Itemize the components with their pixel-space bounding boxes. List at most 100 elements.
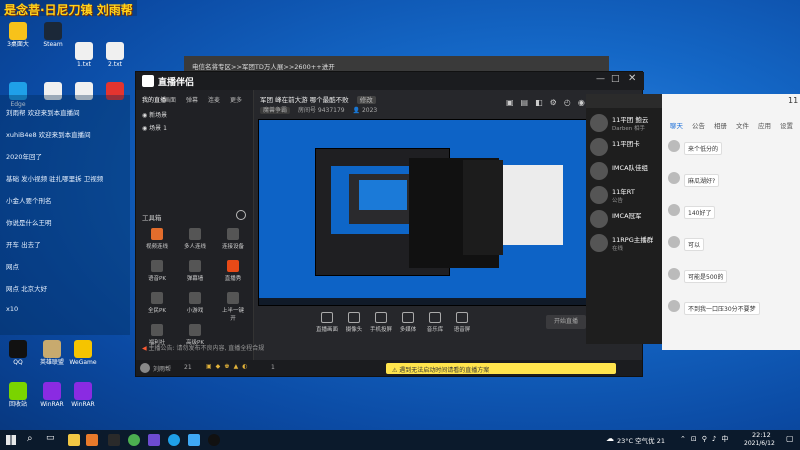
desktop-icon-label: 2.txt bbox=[108, 61, 122, 68]
tip-bar[interactable]: ⚠ 遇到无法启动时间请看的直播方案 bbox=[386, 363, 616, 374]
qq-group-window[interactable]: 11 聊天 公告 相册 文件 应用 设置 来个低分的 麻瓜湖好? 140好了 可以 可能是500的… bbox=[662, 94, 800, 350]
tool-icon bbox=[189, 292, 201, 304]
group-tab[interactable]: 相册 bbox=[714, 120, 727, 130]
app-icon[interactable] bbox=[148, 434, 160, 446]
desktop-icon-label: WinRAR bbox=[71, 401, 95, 408]
desktop-icon[interactable]: 回收站 bbox=[3, 380, 33, 418]
streamer-left-panel: 我的直播 画面 弹幕 连麦 更多 ◉ 新场景 ◉ 场景 1 工具箱 视频连线 多人连线 连接… bbox=[136, 90, 254, 360]
settings-icon[interactable] bbox=[236, 210, 246, 220]
tool-8[interactable]: 上半一键开 bbox=[220, 292, 246, 322]
close-icon[interactable]: ✕ bbox=[628, 73, 636, 84]
qq-chat-row[interactable]: 11平团 鲍云 Darben 相手 bbox=[590, 114, 660, 134]
group-tab[interactable]: 文件 bbox=[736, 120, 749, 130]
tool-1[interactable]: 多人连线 bbox=[182, 228, 208, 250]
app-icon[interactable] bbox=[108, 434, 120, 446]
bottom-tool-1[interactable]: 摄像头 bbox=[341, 312, 367, 333]
desktop-icon-graphic bbox=[9, 340, 27, 358]
desktop-icon[interactable]: 1.txt bbox=[69, 40, 99, 78]
task-view-icon[interactable]: ▭ bbox=[46, 433, 55, 443]
scene-item[interactable]: ◉ 场景 1 bbox=[142, 123, 248, 135]
nested-panel bbox=[499, 165, 563, 245]
group-message: 可以 bbox=[684, 238, 705, 251]
streamer-app-window[interactable]: 直播伴侣 — □ ✕ 我的直播 画面 弹幕 连麦 更多 ◉ 新场景 ◉ 场景 1 工具箱… bbox=[135, 71, 644, 377]
qq-chat-row[interactable]: 11RPG主播群 在线 bbox=[590, 234, 660, 254]
start-stream-button[interactable]: 开始直播 bbox=[546, 315, 586, 329]
tool-6[interactable]: 全民PK bbox=[144, 292, 170, 314]
bottom-tool-0[interactable]: 直播画面 bbox=[314, 312, 340, 333]
desktop-icon-label: 1.txt bbox=[77, 61, 91, 68]
room-label: 房间号 bbox=[297, 107, 316, 114]
avatar[interactable] bbox=[140, 363, 150, 373]
maximize-icon[interactable]: □ bbox=[611, 74, 620, 84]
tab-4[interactable]: 更多 bbox=[230, 95, 242, 104]
tool-label: 上半一键开 bbox=[221, 308, 244, 322]
desktop-icon[interactable]: 3桌面大 bbox=[3, 20, 33, 58]
tool-4[interactable]: 弹幕墙 bbox=[182, 260, 208, 282]
tool-2[interactable]: 连接设备 bbox=[220, 228, 246, 250]
desktop-icon[interactable]: 英雄联盟 bbox=[37, 338, 67, 376]
desktop-icon[interactable]: QQ bbox=[3, 338, 33, 376]
desktop-icon[interactable]: 2.txt bbox=[100, 40, 130, 78]
app-icon[interactable] bbox=[86, 434, 98, 446]
tab-0[interactable]: 我的直播 bbox=[142, 95, 166, 104]
username[interactable]: 刘雨帮 bbox=[153, 364, 171, 373]
group-tab[interactable]: 设置 bbox=[780, 120, 793, 130]
windows-start-icon[interactable] bbox=[6, 435, 16, 445]
stream-overlay-banner: 是念菩·日尼刀镇 刘雨帮 bbox=[0, 0, 137, 17]
bottom-tool-2[interactable]: 手机投屏 bbox=[368, 312, 394, 333]
search-icon[interactable]: ⌕ bbox=[27, 433, 33, 444]
edge-icon[interactable] bbox=[168, 434, 180, 446]
desktop-icon[interactable]: Steam bbox=[38, 20, 68, 58]
tool-5[interactable]: 直播秀 bbox=[220, 260, 246, 282]
tool-3[interactable]: 语音PK bbox=[144, 260, 170, 282]
avatar bbox=[668, 204, 680, 216]
weather-icon: ☁ bbox=[606, 434, 614, 443]
category-tag[interactable]: 魔兽争霸 bbox=[260, 107, 291, 114]
edit-title-button[interactable]: 修改 bbox=[356, 96, 376, 104]
group-tab[interactable]: 公告 bbox=[692, 120, 705, 130]
group-tab[interactable]: 聊天 bbox=[670, 120, 683, 130]
app-icon[interactable] bbox=[128, 434, 140, 446]
tray-icons[interactable]: ⌃⊡⚲♪中 bbox=[680, 434, 733, 444]
app-logo-icon bbox=[142, 75, 154, 87]
desktop-icon-graphic bbox=[9, 22, 27, 40]
bottom-tool-4[interactable]: 音乐库 bbox=[422, 312, 448, 333]
desktop-icon[interactable]: WinRAR bbox=[68, 380, 98, 418]
tab-1[interactable]: 画面 bbox=[164, 95, 176, 104]
qq-chat-row[interactable]: IMCA冠军 bbox=[590, 210, 660, 230]
qq-chat-row[interactable]: 11平团卡 bbox=[590, 138, 660, 158]
chat-message: xuhiB4e8 欢迎来到本直播间 bbox=[6, 131, 91, 139]
tab-2[interactable]: 弹幕 bbox=[186, 95, 198, 104]
tool-icon bbox=[151, 324, 163, 336]
tool-label: 弹幕墙 bbox=[186, 276, 204, 282]
bottom-tool-5[interactable]: 语音屏 bbox=[449, 312, 475, 333]
tool-label: 语音PK bbox=[148, 276, 166, 282]
qq-chat-row[interactable]: IMCA队佳组 bbox=[590, 162, 660, 182]
tool-icon bbox=[151, 292, 163, 304]
scene-item[interactable]: ◉ 新场景 bbox=[142, 110, 248, 122]
desktop-icon[interactable]: WeGame bbox=[68, 338, 98, 376]
tool-icon bbox=[189, 260, 201, 272]
bottom-tool-3[interactable]: 多媒体 bbox=[395, 312, 421, 333]
qq-chat-row[interactable]: 11年RT 公告 bbox=[590, 186, 660, 206]
stream-title: 军团 峰在前大游 哪个最酷不败 修改 bbox=[260, 94, 376, 104]
room-number: 9437179 bbox=[317, 107, 345, 114]
app-icon[interactable] bbox=[188, 434, 200, 446]
clock-date[interactable]: 2021/6/12 bbox=[744, 440, 775, 447]
minimize-icon[interactable]: — bbox=[596, 74, 605, 84]
bottom-tool-label: 手机投屏 bbox=[369, 327, 392, 333]
group-tab[interactable]: 应用 bbox=[758, 120, 771, 130]
avatar bbox=[668, 300, 680, 312]
group-message: 140好了 bbox=[684, 206, 716, 219]
bottom-tool-icon bbox=[429, 312, 441, 323]
tab-3[interactable]: 连麦 bbox=[208, 95, 220, 104]
tool-label: 直播秀 bbox=[224, 276, 242, 282]
file-explorer-icon[interactable] bbox=[68, 434, 80, 446]
desktop-icon[interactable]: WinRAR bbox=[37, 380, 67, 418]
qq-icon[interactable] bbox=[208, 434, 220, 446]
tool-0[interactable]: 视频连线 bbox=[144, 228, 170, 250]
notification-icon[interactable]: ▢ bbox=[786, 434, 794, 443]
group-message: 不到我一口压30分不要梦 bbox=[684, 302, 760, 315]
clock-time[interactable]: 22:12 bbox=[752, 431, 771, 439]
tool-7[interactable]: 小游戏 bbox=[182, 292, 208, 314]
